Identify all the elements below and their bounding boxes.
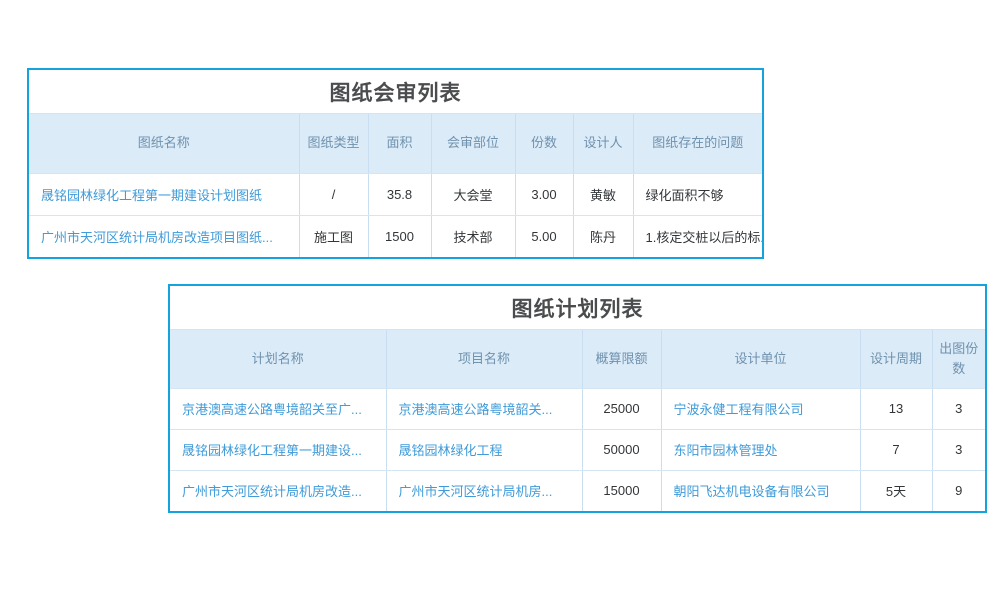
design-unit-cell: 东阳市园林管理处 (661, 429, 860, 470)
drawing-review-table-title: 图纸会审列表 (29, 70, 762, 114)
header-row: 图纸名称 图纸类型 面积 会审部位 份数 设计人 图纸存在的问题 (29, 114, 762, 173)
project-name-cell: 京港澳高速公路粤境韶关... (386, 388, 582, 429)
drawing-copies-cell: 3 (932, 429, 985, 470)
header-row: 计划名称 项目名称 概算限额 设计单位 设计周期 出图份数 (170, 330, 985, 388)
drawing-review-table-panel: 图纸会审列表 图纸名称 图纸类型 面积 会审部位 份数 设计人 图纸存在的问题 … (27, 68, 764, 259)
col-header-design-cycle: 设计周期 (860, 330, 932, 388)
project-name-cell: 晟铭园林绿化工程 (386, 429, 582, 470)
drawing-plan-table-header: 计划名称 项目名称 概算限额 设计单位 设计周期 出图份数 (170, 330, 985, 388)
col-header-issues: 图纸存在的问题 (633, 114, 762, 173)
area-cell: 35.8 (368, 173, 431, 215)
col-header-project-name: 项目名称 (386, 330, 582, 388)
budget-limit-cell: 25000 (582, 388, 661, 429)
drawing-name-link[interactable]: 晟铭园林绿化工程第一期建设计划图纸 (41, 188, 262, 203)
review-location-cell: 技术部 (431, 215, 515, 257)
col-header-drawing-copies: 出图份数 (932, 330, 985, 388)
plan-name-cell: 京港澳高速公路粤境韶关至广... (170, 388, 386, 429)
design-unit-cell: 朝阳飞达机电设备有限公司 (661, 470, 860, 511)
table-row: 广州市天河区统计局机房改造... 广州市天河区统计局机房... 15000 朝阳… (170, 470, 985, 511)
budget-limit-cell: 15000 (582, 470, 661, 511)
project-name-link[interactable]: 京港澳高速公路粤境韶关... (399, 402, 553, 417)
drawing-review-table-header: 图纸名称 图纸类型 面积 会审部位 份数 设计人 图纸存在的问题 (29, 114, 762, 173)
project-name-cell: 广州市天河区统计局机房... (386, 470, 582, 511)
col-header-copies: 份数 (515, 114, 573, 173)
drawing-type-cell: / (299, 173, 368, 215)
col-header-review-location: 会审部位 (431, 114, 515, 173)
design-unit-cell: 宁波永健工程有限公司 (661, 388, 860, 429)
design-unit-link[interactable]: 东阳市园林管理处 (674, 443, 778, 458)
design-unit-link[interactable]: 朝阳飞达机电设备有限公司 (674, 484, 830, 499)
project-name-link[interactable]: 广州市天河区统计局机房... (399, 484, 553, 499)
plan-name-link[interactable]: 广州市天河区统计局机房改造... (182, 484, 362, 499)
drawing-copies-cell: 3 (932, 388, 985, 429)
drawing-plan-table-panel: 图纸计划列表 计划名称 项目名称 概算限额 设计单位 设计周期 出图份数 京港澳… (168, 284, 987, 513)
drawing-name-cell: 广州市天河区统计局机房改造项目图纸... (29, 215, 299, 257)
drawing-review-table: 图纸名称 图纸类型 面积 会审部位 份数 设计人 图纸存在的问题 晟铭园林绿化工… (29, 114, 762, 257)
issues-cell: 绿化面积不够 (633, 173, 762, 215)
drawing-copies-cell: 9 (932, 470, 985, 511)
table-row: 广州市天河区统计局机房改造项目图纸... 施工图 1500 技术部 5.00 陈… (29, 215, 762, 257)
plan-name-link[interactable]: 京港澳高速公路粤境韶关至广... (182, 402, 362, 417)
copies-cell: 5.00 (515, 215, 573, 257)
table-row: 晟铭园林绿化工程第一期建设计划图纸 / 35.8 大会堂 3.00 黄敏 绿化面… (29, 173, 762, 215)
design-cycle-cell: 7 (860, 429, 932, 470)
plan-name-link[interactable]: 晟铭园林绿化工程第一期建设... (182, 443, 362, 458)
table-row: 晟铭园林绿化工程第一期建设... 晟铭园林绿化工程 50000 东阳市园林管理处… (170, 429, 985, 470)
copies-cell: 3.00 (515, 173, 573, 215)
drawing-plan-table: 计划名称 项目名称 概算限额 设计单位 设计周期 出图份数 京港澳高速公路粤境韶… (170, 330, 985, 511)
col-header-budget-limit: 概算限额 (582, 330, 661, 388)
designer-cell: 陈丹 (573, 215, 633, 257)
issues-cell: 1.核定交桩以后的标. (633, 215, 762, 257)
design-cycle-cell: 13 (860, 388, 932, 429)
table-row: 京港澳高速公路粤境韶关至广... 京港澳高速公路粤境韶关... 25000 宁波… (170, 388, 985, 429)
drawing-name-link[interactable]: 广州市天河区统计局机房改造项目图纸... (41, 230, 273, 245)
area-cell: 1500 (368, 215, 431, 257)
col-header-plan-name: 计划名称 (170, 330, 386, 388)
design-unit-link[interactable]: 宁波永健工程有限公司 (674, 402, 804, 417)
plan-name-cell: 广州市天河区统计局机房改造... (170, 470, 386, 511)
designer-cell: 黄敏 (573, 173, 633, 215)
design-cycle-cell: 5天 (860, 470, 932, 511)
drawing-type-cell: 施工图 (299, 215, 368, 257)
col-header-designer: 设计人 (573, 114, 633, 173)
plan-name-cell: 晟铭园林绿化工程第一期建设... (170, 429, 386, 470)
col-header-drawing-name: 图纸名称 (29, 114, 299, 173)
col-header-area: 面积 (368, 114, 431, 173)
col-header-design-unit: 设计单位 (661, 330, 860, 388)
review-location-cell: 大会堂 (431, 173, 515, 215)
drawing-plan-table-title: 图纸计划列表 (170, 286, 985, 330)
project-name-link[interactable]: 晟铭园林绿化工程 (399, 443, 503, 458)
drawing-name-cell: 晟铭园林绿化工程第一期建设计划图纸 (29, 173, 299, 215)
col-header-drawing-type: 图纸类型 (299, 114, 368, 173)
budget-limit-cell: 50000 (582, 429, 661, 470)
